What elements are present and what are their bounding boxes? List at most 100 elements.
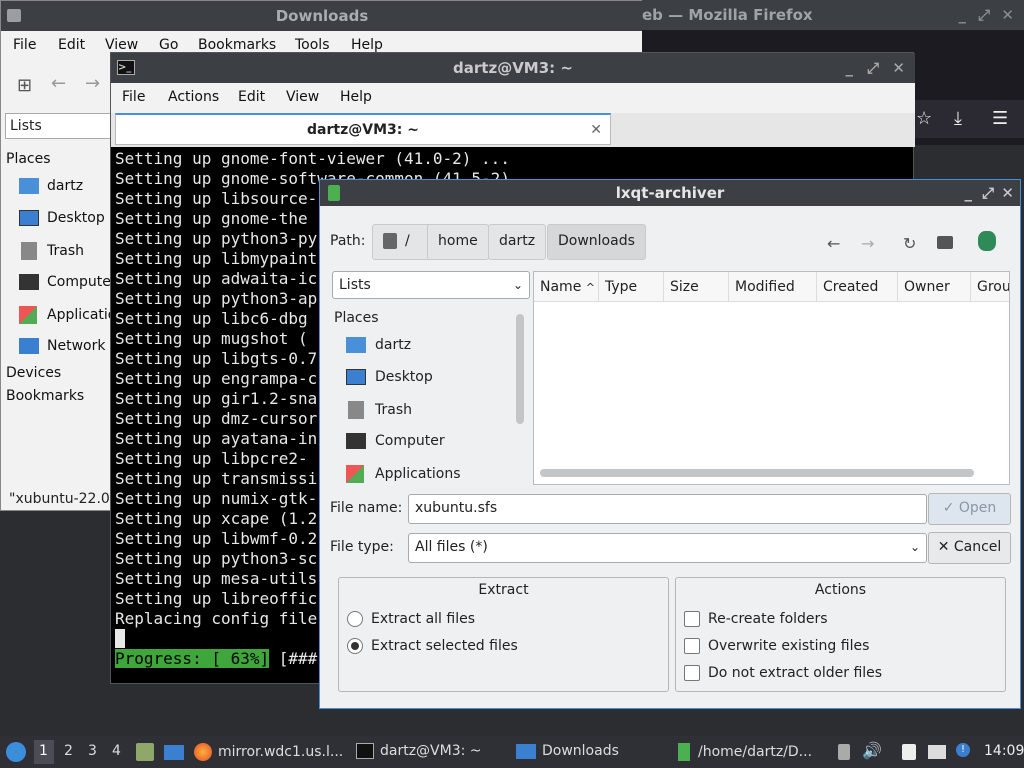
back-arrow-icon[interactable]: ← xyxy=(51,73,66,94)
menu-go[interactable]: Go xyxy=(159,37,178,53)
sidebar-item-network[interactable]: Network xyxy=(19,338,105,354)
menu-help[interactable]: Help xyxy=(351,37,383,53)
maximize-icon[interactable]: ⤢ xyxy=(978,0,990,30)
sidebar-item-desktop[interactable]: Desktop xyxy=(346,369,433,385)
task-archiver[interactable]: /home/dartz/D... xyxy=(678,743,812,761)
sidebar-item-trash[interactable]: Trash xyxy=(19,242,84,260)
file-dialog-options-icon[interactable] xyxy=(978,231,996,251)
crumb-dartz[interactable]: dartz xyxy=(488,224,547,260)
sidebar-item-dartz[interactable]: dartz xyxy=(346,337,411,353)
sidebar-item-desktop[interactable]: Desktop xyxy=(19,210,105,226)
volume-icon[interactable]: 🔊 xyxy=(862,741,882,760)
sidebar-item-computer[interactable]: Computer xyxy=(346,433,445,449)
file-type-select[interactable]: All files (*) ⌄ xyxy=(408,533,927,563)
sidebar-item-computer[interactable]: Compute xyxy=(19,274,111,290)
lists-combo[interactable]: Lists xyxy=(5,113,113,139)
task-terminal[interactable]: dartz@VM3: ~ xyxy=(356,743,482,759)
menu-file[interactable]: File xyxy=(13,37,36,53)
task-firefox[interactable]: mirror.wdc1.us.l... xyxy=(194,743,343,761)
menu-bookmarks[interactable]: Bookmarks xyxy=(198,37,276,53)
open-button[interactable]: ✓ Open xyxy=(928,493,1011,525)
extract-selected-radio[interactable]: Extract selected files xyxy=(347,638,518,654)
overwrite-files-checkbox[interactable]: Overwrite existing files xyxy=(684,638,869,654)
column-size[interactable]: Size xyxy=(664,272,729,302)
network-status-icon[interactable] xyxy=(928,745,946,759)
tab-close-icon[interactable]: ✕ xyxy=(590,115,602,145)
whisker-menu-icon[interactable] xyxy=(6,742,26,762)
bookmarks-heading[interactable]: Bookmarks xyxy=(6,388,84,404)
sidebar-scrollbar[interactable] xyxy=(516,314,524,424)
reload-icon[interactable]: ↻ xyxy=(903,234,916,253)
recreate-folders-checkbox[interactable]: Re-create folders xyxy=(684,611,828,627)
tab-terminal[interactable]: dartz@VM3: ~ ✕ xyxy=(115,113,611,145)
workspace-3[interactable]: 3 xyxy=(88,743,97,759)
download-icon[interactable]: ⤓ xyxy=(954,108,962,129)
lists-combo[interactable]: Lists ⌄ xyxy=(332,271,530,299)
forward-arrow-icon[interactable]: → xyxy=(85,73,100,94)
minimize-icon[interactable]: _ xyxy=(965,180,973,206)
desktop-launcher-icon[interactable] xyxy=(164,745,184,760)
file-name-input[interactable]: xubuntu.sfs xyxy=(408,494,927,524)
chevron-down-icon: ⌄ xyxy=(512,278,523,292)
task-downloads[interactable]: Downloads xyxy=(516,743,619,759)
archiver-titlebar[interactable]: lxqt-archiver _ ⤢ ✕ xyxy=(320,180,1020,206)
menu-help[interactable]: Help xyxy=(340,89,372,105)
menu-view[interactable]: View xyxy=(105,37,138,53)
crumb-downloads[interactable]: Downloads xyxy=(547,224,646,260)
checkbox-indicator xyxy=(684,611,700,627)
clipboard-icon[interactable] xyxy=(838,744,850,760)
downloads-titlebar[interactable]: Downloads xyxy=(1,1,643,31)
column-type[interactable]: Type xyxy=(599,272,664,302)
sidebar-item-applications[interactable]: Applicatio xyxy=(19,306,116,324)
maximize-icon[interactable]: ⤢ xyxy=(867,53,879,83)
file-list[interactable]: Name ^ Type Size Modified Created Owner … xyxy=(533,271,1010,485)
column-group[interactable]: Grou xyxy=(971,272,1009,302)
minimize-icon[interactable]: _ xyxy=(846,53,854,83)
cancel-button[interactable]: ✕ Cancel xyxy=(928,532,1011,564)
maximize-icon[interactable]: ⤢ xyxy=(982,180,994,206)
file-manager-launcher-icon[interactable] xyxy=(136,743,154,761)
places-sidebar: Places dartz Desktop Trash Computer Appl… xyxy=(332,306,528,486)
menu-actions[interactable]: Actions xyxy=(168,89,219,105)
notification-icon[interactable]: ! xyxy=(956,743,970,757)
new-tab-icon[interactable]: ⊞ xyxy=(17,75,35,96)
chevron-down-icon: ⌄ xyxy=(909,540,920,554)
notes-icon[interactable] xyxy=(902,744,916,760)
sidebar-item-dartz[interactable]: dartz xyxy=(19,178,83,194)
forward-arrow-icon[interactable]: → xyxy=(861,234,874,253)
horizontal-scrollbar[interactable] xyxy=(540,469,974,477)
crumb-home[interactable]: home xyxy=(427,224,489,260)
column-owner[interactable]: Owner xyxy=(898,272,971,302)
firefox-titlebar[interactable]: eb — Mozilla Firefox _ ⤢ ✕ xyxy=(642,0,1024,30)
firefox-icon xyxy=(194,743,212,761)
extract-all-radio[interactable]: Extract all files xyxy=(347,611,475,627)
column-modified[interactable]: Modified xyxy=(729,272,817,302)
minimize-icon[interactable]: _ xyxy=(959,0,967,30)
clock[interactable]: 14:09 xyxy=(984,743,1024,759)
column-created[interactable]: Created xyxy=(817,272,898,302)
close-icon[interactable]: ✕ xyxy=(892,53,905,83)
workspace-2[interactable]: 2 xyxy=(64,743,73,759)
menu-file[interactable]: File xyxy=(122,89,145,105)
check-icon: ✓ xyxy=(942,500,955,516)
new-folder-icon[interactable] xyxy=(937,236,953,249)
menu-edit[interactable]: Edit xyxy=(238,89,265,105)
close-icon[interactable]: ✕ xyxy=(1001,0,1014,30)
back-arrow-icon[interactable]: ← xyxy=(827,234,840,253)
window-title: eb — Mozilla Firefox xyxy=(642,6,813,24)
terminal-titlebar[interactable]: >_ dartz@VM3: ~ _ ⤢ ✕ xyxy=(111,53,915,83)
workspace-4[interactable]: 4 xyxy=(112,743,121,759)
close-icon[interactable]: ✕ xyxy=(1001,180,1014,206)
menu-view[interactable]: View xyxy=(286,89,319,105)
column-name[interactable]: Name ^ xyxy=(534,272,599,302)
devices-heading[interactable]: Devices xyxy=(6,365,61,381)
star-icon[interactable]: ☆ xyxy=(916,108,932,129)
sidebar-item-applications[interactable]: Applications xyxy=(346,465,461,483)
hamburger-menu-icon[interactable]: ☰ xyxy=(992,108,1008,129)
sidebar-item-trash[interactable]: Trash xyxy=(346,401,412,419)
actions-group: Actions Re-create folders Overwrite exis… xyxy=(675,577,1006,692)
skip-older-checkbox[interactable]: Do not extract older files xyxy=(684,665,882,681)
workspace-1[interactable]: 1 xyxy=(39,743,48,759)
menu-edit[interactable]: Edit xyxy=(58,37,85,53)
menu-tools[interactable]: Tools xyxy=(295,37,330,53)
